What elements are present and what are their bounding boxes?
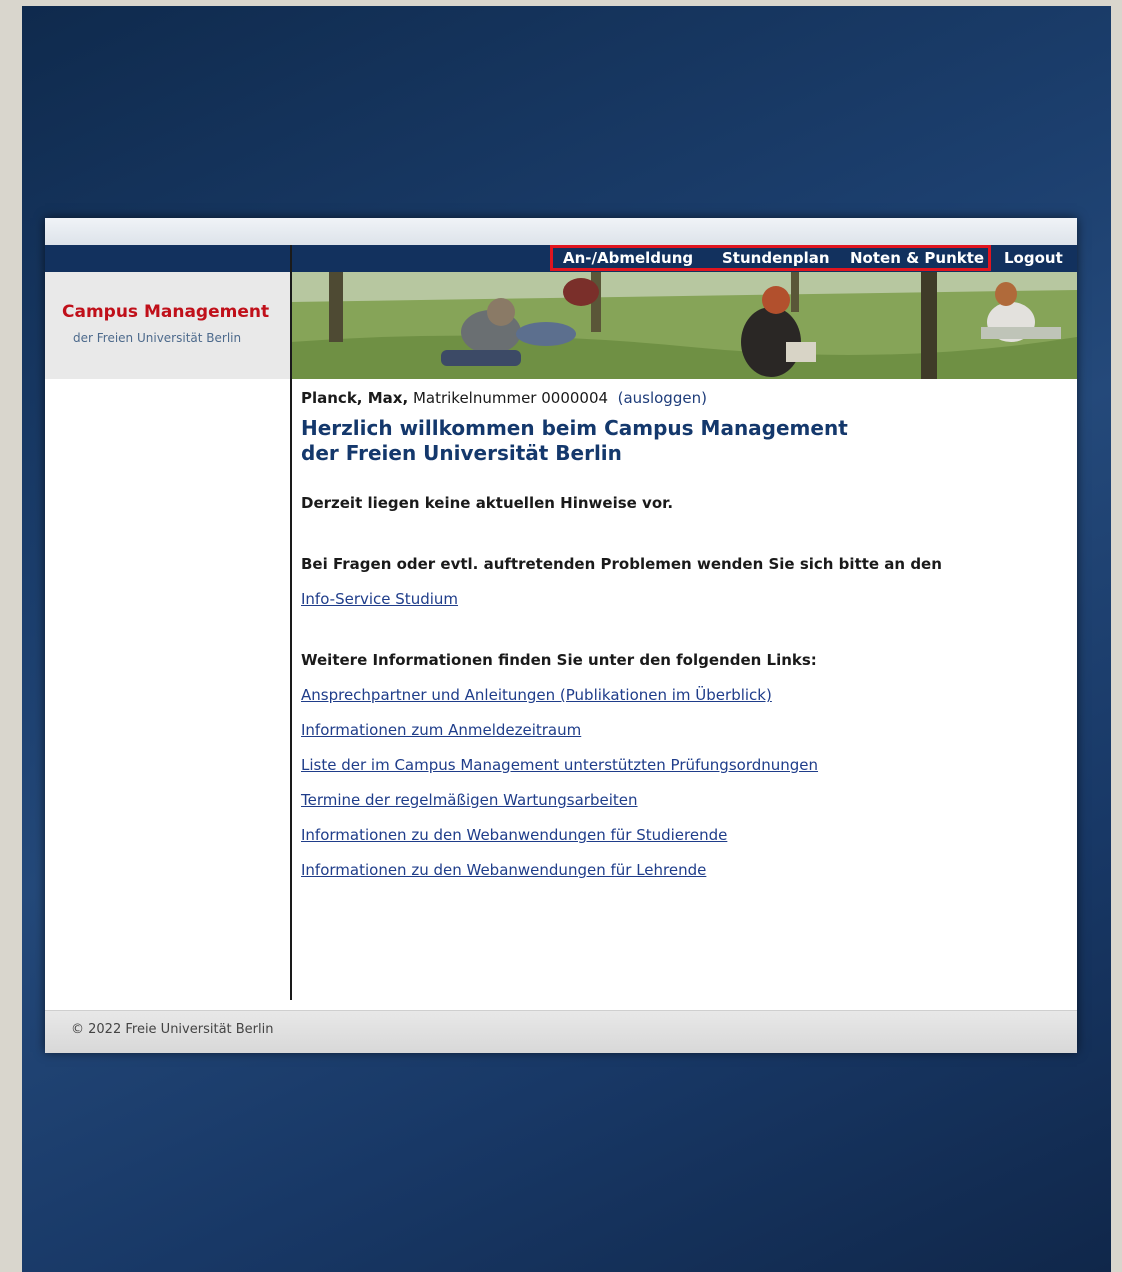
link-studierende[interactable]: Informationen zu den Webanwendungen für … <box>301 826 727 844</box>
info-service-link[interactable]: Info-Service Studium <box>301 590 458 608</box>
sidebar-divider <box>290 245 292 1000</box>
nav-logout[interactable]: Logout <box>1004 245 1063 272</box>
link-lehrende[interactable]: Informationen zu den Webanwendungen für … <box>301 861 706 879</box>
top-strip <box>45 218 1077 245</box>
navbar-left <box>45 245 290 272</box>
link-anmeldezeitraum[interactable]: Informationen zum Anmeldezeitraum <box>301 721 581 739</box>
browser-content: An-/Abmeldung Stundenplan Noten & Punkte… <box>45 218 1077 1053</box>
user-name: Planck, Max, <box>301 389 409 407</box>
more-info-heading: Weitere Informationen finden Sie unter d… <box>301 651 817 669</box>
footer: © 2022 Freie Universität Berlin <box>45 1010 1077 1053</box>
nav-highlight-box <box>550 245 991 271</box>
logo-subtitle: der Freien Universität Berlin <box>73 331 242 345</box>
welcome-heading: Herzlich willkommen beim Campus Manageme… <box>301 416 1001 466</box>
notice-text: Derzeit liegen keine aktuellen Hinweise … <box>301 494 674 512</box>
welcome-line-1: Herzlich willkommen beim Campus Manageme… <box>301 416 848 440</box>
questions-text: Bei Fragen oder evtl. auftretenden Probl… <box>301 555 942 573</box>
ausloggen-link[interactable]: (ausloggen) <box>618 389 707 407</box>
logo-panel: Campus Management der Freien Universität… <box>45 272 290 379</box>
link-wartungsarbeiten[interactable]: Termine der regelmäßigen Wartungsarbeite… <box>301 791 638 809</box>
link-pruefungsordnungen[interactable]: Liste der im Campus Management unterstüt… <box>301 756 818 774</box>
logo-title: Campus Management <box>62 302 270 322</box>
user-info: Planck, Max, Matrikelnummer 0000004 (aus… <box>301 389 707 407</box>
footer-copyright: © 2022 Freie Universität Berlin <box>71 1022 274 1037</box>
campus-lawn-photo <box>291 272 1077 379</box>
banner-photo <box>291 272 1077 379</box>
matrikel-number: Matrikelnummer 0000004 <box>412 389 609 407</box>
link-ansprechpartner[interactable]: Ansprechpartner und Anleitungen (Publika… <box>301 686 772 704</box>
welcome-line-2: der Freien Universität Berlin <box>301 441 622 465</box>
